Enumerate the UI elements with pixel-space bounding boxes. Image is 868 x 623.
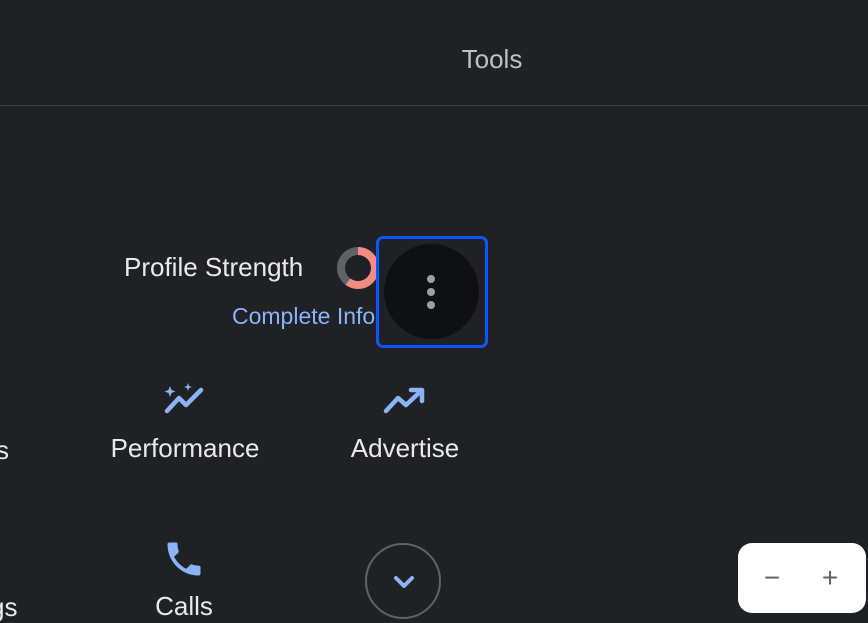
phone-icon (167, 542, 201, 576)
trending-up-icon (383, 387, 425, 414)
advertise-label: Advertise (350, 433, 460, 463)
header-title: Tools (461, 44, 523, 74)
more-vert-icon-dot (427, 288, 435, 296)
complete-info-link[interactable]: Complete Info (232, 303, 375, 330)
partial-action-label[interactable]: s (0, 435, 9, 466)
sparkle-trend-icon (164, 383, 204, 414)
zoom-out-button[interactable]: − (740, 543, 804, 613)
more-vert-icon-dot (427, 301, 435, 309)
more-options-button[interactable] (384, 244, 479, 339)
performance-label: Performance (110, 433, 260, 463)
zoom-control: − + (738, 543, 866, 613)
profile-strength-donut (337, 247, 379, 289)
header: Tools (0, 0, 868, 106)
partial-action-label[interactable]: gs (0, 592, 17, 623)
expand-more-button[interactable] (365, 543, 441, 619)
chevron-down-icon (394, 576, 414, 588)
zoom-in-button[interactable]: + (798, 543, 862, 613)
calls-label: Calls (155, 591, 213, 621)
calls-button[interactable]: Calls (134, 537, 234, 622)
profile-strength-label: Profile Strength (124, 252, 304, 282)
advertise-button[interactable]: Advertise (331, 381, 479, 464)
performance-button[interactable]: Performance (96, 381, 274, 464)
more-vert-icon (427, 275, 435, 283)
